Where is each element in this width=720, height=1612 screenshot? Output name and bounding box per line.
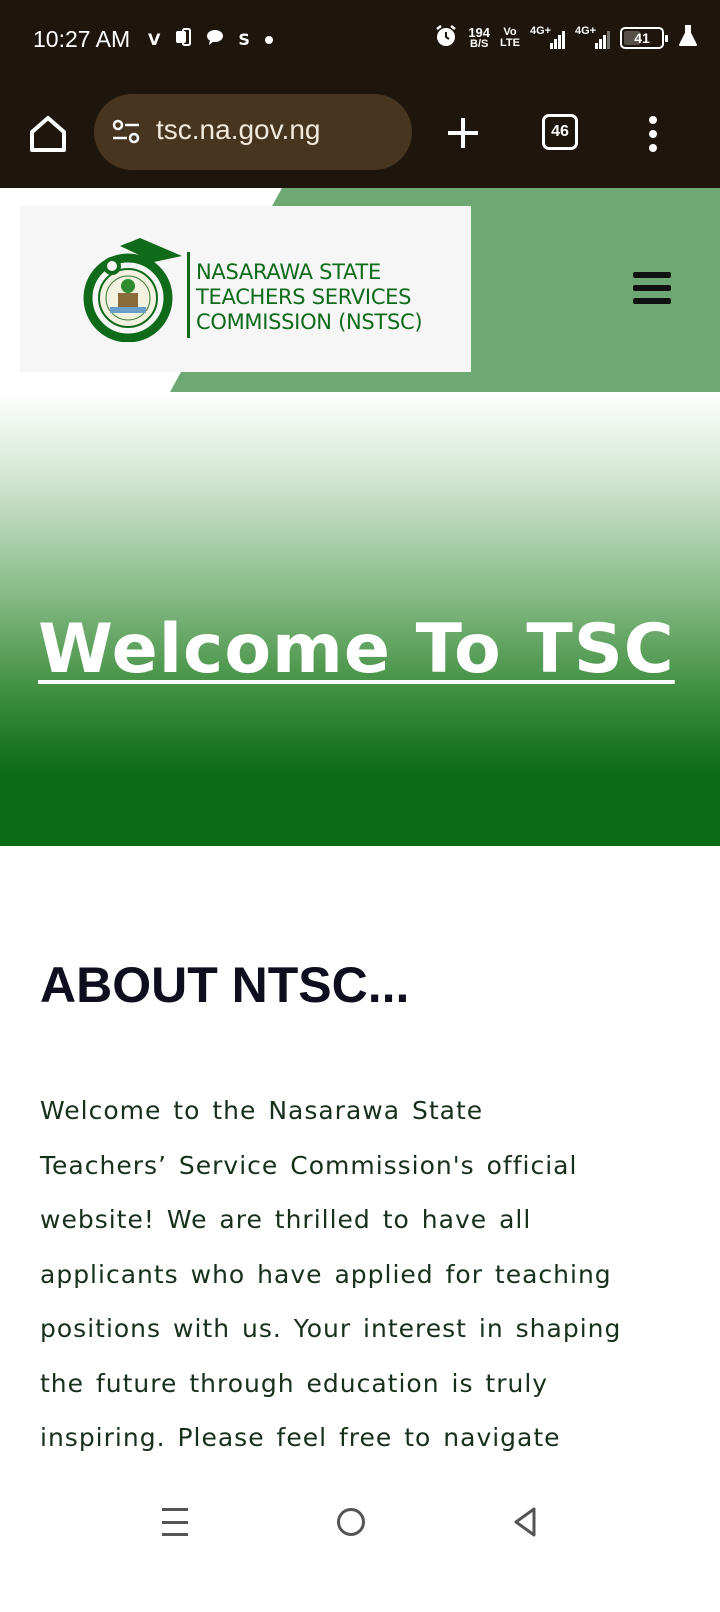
recents-icon[interactable] <box>162 1508 188 1536</box>
about-heading: ABOUT NTSC... <box>40 957 410 1013</box>
logo-line-3: COMMISSION (NSTSC) <box>196 310 423 334</box>
signal-icon: 4G+ <box>530 25 565 49</box>
logo-text: NASARAWA STATE TEACHERS SERVICES COMMISS… <box>196 260 423 335</box>
about-line: the future through education is truly <box>40 1368 549 1398</box>
home-icon[interactable] <box>26 112 70 156</box>
hero-banner: Welcome To TSC <box>0 392 720 846</box>
menu-hamburger-icon[interactable] <box>633 272 671 304</box>
volte-bottom: LTE <box>500 37 520 49</box>
status-system-icons: 194 B/S Vo LTE 4G+ 4G+ 41 <box>434 24 698 52</box>
dot-icon <box>264 30 274 49</box>
about-line: inspiring. Please feel free to navigate <box>40 1423 561 1452</box>
alarm-icon <box>434 24 458 52</box>
more-vert-icon[interactable] <box>640 114 666 154</box>
hero-title[interactable]: Welcome To TSC <box>38 610 675 689</box>
site-header: NASARAWA STATE TEACHERS SERVICES COMMISS… <box>0 188 720 392</box>
battery-level: 41 <box>634 30 650 46</box>
logo-divider <box>187 252 190 338</box>
sim2-label: 4G+ <box>575 25 597 37</box>
address-bar[interactable]: tsc.na.gov.ng <box>94 94 412 170</box>
new-tab-plus-icon[interactable] <box>446 116 480 154</box>
tabs-icon[interactable]: 46 <box>542 114 578 150</box>
status-notification-icons: V S <box>148 28 274 50</box>
nav-home-icon[interactable] <box>337 1508 365 1536</box>
nstsc-emblem-icon <box>82 238 182 343</box>
site-logo[interactable]: NASARAWA STATE TEACHERS SERVICES COMMISS… <box>20 206 471 372</box>
logo-line-2: TEACHERS SERVICES <box>196 285 412 309</box>
signal-icon-sim2: 4G+ <box>575 25 610 49</box>
flask-icon <box>678 24 698 52</box>
back-icon[interactable] <box>512 1506 538 1538</box>
logo-line-1: NASARAWA STATE <box>196 260 381 284</box>
about-paragraph: Welcome to the Nasarawa State Teachers’ … <box>40 1084 670 1466</box>
volte-indicator: Vo LTE <box>500 27 520 49</box>
notification-app-icon <box>174 28 192 50</box>
system-nav-bar <box>0 1472 720 1612</box>
network-speed: 194 B/S <box>468 26 490 50</box>
url-text[interactable]: tsc.na.gov.ng <box>156 114 320 146</box>
v-icon: V <box>148 29 161 49</box>
about-line: applicants who have applied for teaching <box>40 1259 612 1289</box>
about-line: website! We are thrilled to have all <box>40 1205 532 1234</box>
status-bar: 10:27 AM V S 194 B/S Vo LTE 4G+ 4G+ 41 <box>0 0 720 80</box>
s-app-icon: S <box>238 29 250 49</box>
status-time: 10:27 AM <box>33 26 131 52</box>
battery-icon: 41 <box>620 27 668 49</box>
about-line: positions with us. Your interest in shap… <box>40 1314 622 1343</box>
about-line: Teachers’ Service Commission's official <box>40 1150 578 1180</box>
browser-toolbar: tsc.na.gov.ng 46 <box>0 80 720 188</box>
chat-bubble-icon <box>206 28 224 50</box>
network-speed-unit: B/S <box>470 38 489 50</box>
about-line: Welcome to the Nasarawa State <box>40 1096 484 1125</box>
tab-count: 46 <box>551 123 569 140</box>
site-settings-icon[interactable] <box>110 116 142 148</box>
sim1-label: 4G+ <box>530 25 552 37</box>
